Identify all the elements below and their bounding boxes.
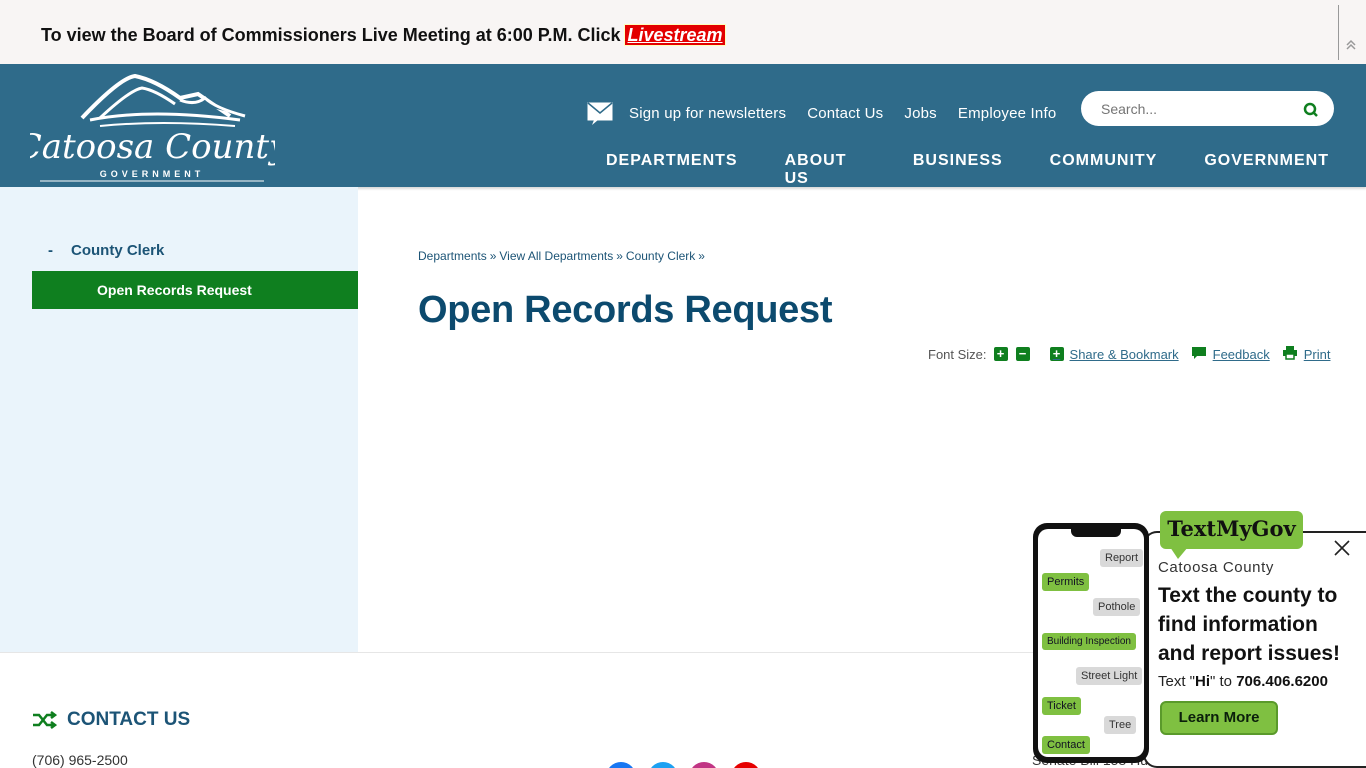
- textmygov-headline: Text the county to find information and …: [1158, 584, 1341, 665]
- logo-speech-tail: [1170, 547, 1188, 559]
- nav-about-us[interactable]: ABOUT US: [775, 142, 876, 194]
- breadcrumb: Departments» View All Departments» County …: [418, 249, 708, 263]
- page-title: Open Records Request: [418, 289, 833, 331]
- font-increase-button[interactable]: +: [993, 347, 1008, 361]
- textmygov-county: Catoosa County: [1158, 559, 1274, 576]
- plus-icon: +: [1049, 347, 1064, 361]
- phone-screen: Report Permits Pothole Building Inspecti…: [1038, 529, 1144, 757]
- employee-info-link[interactable]: Employee Info: [958, 105, 1057, 122]
- alert-bar: To view the Board of Commissioners Live …: [0, 0, 1366, 64]
- sidebar-item-label: County Clerk: [71, 242, 165, 259]
- nav-government[interactable]: GOVERNMENT: [1194, 142, 1339, 194]
- textmygov-keyword: Hi: [1195, 673, 1211, 690]
- collapse-alert-icon[interactable]: [1343, 38, 1359, 54]
- search-icon[interactable]: [1303, 101, 1319, 117]
- chat-bubble: Report: [1100, 549, 1144, 567]
- phone-illustration: Report Permits Pothole Building Inspecti…: [1033, 523, 1149, 763]
- font-size-label: Font Size:: [928, 346, 987, 362]
- envelope-icon[interactable]: [586, 100, 614, 126]
- nav-business[interactable]: BUSINESS: [903, 142, 1013, 194]
- textmygov-logo: TextMyGov: [1160, 511, 1303, 549]
- contact-heading: CONTACT US: [32, 709, 190, 731]
- alert-message-text: To view the Board of Commissioners Live …: [41, 25, 626, 45]
- printer-icon: [1282, 345, 1298, 363]
- twitter-icon[interactable]: [648, 762, 678, 768]
- instagram-icon[interactable]: [689, 762, 719, 768]
- shuffle-icon: [33, 711, 57, 729]
- livestream-link[interactable]: Livestream: [624, 24, 726, 46]
- contact-us-link[interactable]: Contact Us: [807, 105, 883, 122]
- textmygov-number: 706.406.6200: [1236, 673, 1328, 690]
- facebook-icon[interactable]: [606, 762, 636, 768]
- contact-phone[interactable]: (706) 965-2500: [32, 752, 128, 768]
- breadcrumb-separator: »: [698, 249, 705, 263]
- alert-message: To view the Board of Commissioners Live …: [41, 24, 726, 46]
- chat-bubble: Contact: [1042, 736, 1090, 754]
- logo-wordmark: Catoosa County: [30, 127, 275, 167]
- sidebar-item-open-records-request[interactable]: Open Records Request: [32, 271, 358, 309]
- chat-bubble: Permits: [1042, 573, 1090, 591]
- share-bookmark-label: Share & Bookmark: [1069, 346, 1179, 362]
- chat-bubble: Tree: [1104, 716, 1137, 734]
- font-decrease-button[interactable]: −: [1015, 347, 1030, 361]
- learn-more-button[interactable]: Learn More: [1160, 701, 1278, 735]
- close-icon[interactable]: [1333, 539, 1351, 557]
- chat-bubble: Street Light: [1076, 667, 1143, 685]
- chat-bubble: Building Inspection: [1042, 633, 1136, 650]
- feedback-label: Feedback: [1212, 346, 1270, 362]
- utility-nav: Sign up for newsletters Contact Us Jobs …: [586, 100, 1077, 126]
- chat-bubble: Pothole: [1093, 598, 1141, 616]
- search-input[interactable]: [1101, 91, 1291, 126]
- breadcrumb-view-all-departments[interactable]: View All Departments: [499, 249, 613, 263]
- alert-divider: [1338, 5, 1339, 60]
- textmygov-popup: Report Permits Pothole Building Inspecti…: [1031, 509, 1366, 768]
- breadcrumb-separator: »: [489, 249, 497, 263]
- sidebar: - County Clerk Open Records Request: [0, 187, 358, 653]
- breadcrumb-departments[interactable]: Departments: [418, 249, 487, 263]
- logo-subtitle: GOVERNMENT: [100, 169, 205, 179]
- main-nav: DEPARTMENTS ABOUT US BUSINESS COMMUNITY …: [596, 142, 1366, 194]
- contact-heading-text: CONTACT US: [67, 709, 191, 730]
- chat-bubble: Ticket: [1042, 697, 1081, 715]
- feedback-link[interactable]: Feedback: [1191, 346, 1270, 363]
- newsletter-link[interactable]: Sign up for newsletters: [629, 105, 786, 122]
- phone-notch: [1071, 529, 1121, 537]
- search-box: [1081, 91, 1334, 126]
- breadcrumb-county-clerk[interactable]: County Clerk: [626, 249, 695, 263]
- breadcrumb-separator: »: [616, 249, 623, 263]
- nav-departments[interactable]: DEPARTMENTS: [596, 142, 748, 194]
- catoosa-county-logo[interactable]: Catoosa County GOVERNMENT: [16, 68, 289, 183]
- page-tools: Font Size: + − + Share & Bookmark Feedba…: [928, 345, 1330, 363]
- site-header: Catoosa County GOVERNMENT Sign up for ne…: [0, 64, 1366, 194]
- print-link[interactable]: Print: [1282, 345, 1331, 363]
- jobs-link[interactable]: Jobs: [904, 105, 937, 122]
- youtube-icon[interactable]: [731, 762, 761, 768]
- sidebar-item-county-clerk[interactable]: - County Clerk: [48, 242, 164, 259]
- nav-community[interactable]: COMMUNITY: [1040, 142, 1168, 194]
- share-bookmark-link[interactable]: + Share & Bookmark: [1049, 346, 1179, 362]
- print-label: Print: [1303, 346, 1331, 362]
- collapse-toggle[interactable]: -: [48, 242, 66, 259]
- comment-icon: [1191, 346, 1207, 363]
- textmygov-instruction: Text "Hi" to 706.406.6200: [1158, 673, 1328, 690]
